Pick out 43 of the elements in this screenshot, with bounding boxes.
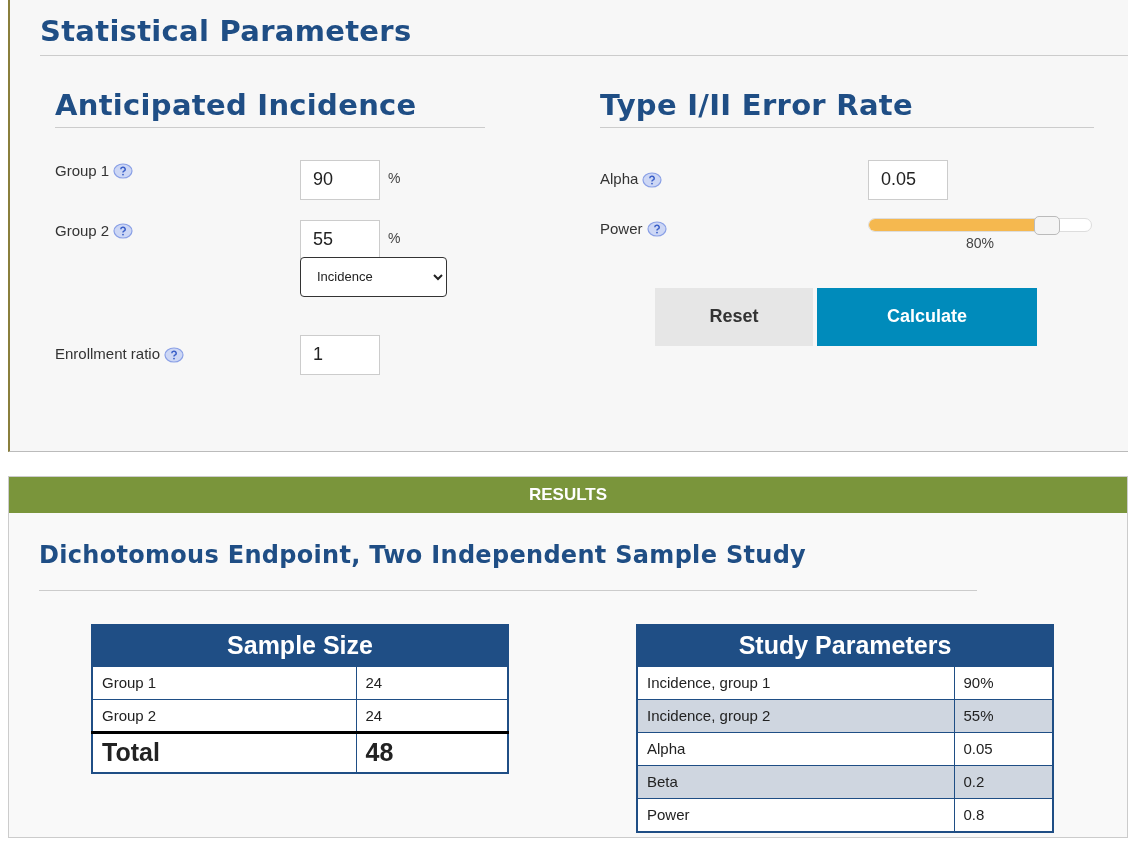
table-cell: 0.05 bbox=[954, 732, 1053, 766]
help-icon[interactable] bbox=[113, 222, 134, 239]
results-title: Dichotomous Endpoint, Two Independent Sample Study bbox=[39, 541, 977, 591]
input-field[interactable]: 90 bbox=[300, 159, 380, 200]
help-icon[interactable] bbox=[646, 220, 667, 237]
section-heading: Type I/II Error Rate bbox=[600, 87, 1094, 128]
input-field[interactable]: 55 bbox=[300, 219, 380, 260]
field-label: Group 2 bbox=[55, 220, 110, 241]
table-cell: Alpha bbox=[637, 732, 954, 766]
field-label: Group 1 bbox=[55, 160, 110, 181]
table-cell: 90% bbox=[954, 666, 1053, 700]
table-cell: Incidence, group 1 bbox=[637, 666, 954, 700]
table-cell: 55% bbox=[954, 699, 1053, 733]
results-header: RESULTS bbox=[9, 477, 1127, 513]
input-field[interactable]: 0.05 bbox=[868, 159, 948, 200]
table-cell: Incidence, group 2 bbox=[637, 699, 954, 733]
help-icon[interactable] bbox=[113, 162, 134, 179]
calculate-button[interactable]: Calculate bbox=[817, 287, 1037, 346]
table-cell: 24 bbox=[356, 666, 508, 700]
unit-label: % bbox=[388, 168, 401, 188]
section-heading: Anticipated Incidence bbox=[55, 87, 485, 128]
table-cell: Total bbox=[92, 732, 356, 773]
unit-label: % bbox=[388, 228, 401, 248]
input-field[interactable]: 1 bbox=[300, 334, 380, 375]
table-cell: Beta bbox=[637, 765, 954, 799]
help-icon[interactable] bbox=[642, 171, 663, 188]
table-cell: 0.2 bbox=[954, 765, 1053, 799]
table-cell: 48 bbox=[356, 732, 508, 773]
table-title: Sample Size bbox=[92, 624, 508, 667]
dropdown[interactable]: Incidence bbox=[300, 256, 447, 297]
section-title: Statistical Parameters bbox=[40, 14, 1128, 56]
field-label: Enrollment ratio bbox=[55, 344, 161, 365]
table-cell: Group 1 bbox=[92, 666, 356, 700]
field-label: Power bbox=[600, 218, 643, 239]
table-cell: Power bbox=[637, 798, 954, 832]
help-icon[interactable] bbox=[164, 346, 185, 363]
slider-track[interactable] bbox=[868, 217, 1092, 232]
field-label: Alpha bbox=[600, 169, 639, 190]
slider-thumb[interactable] bbox=[1033, 215, 1060, 235]
table-title: Study Parameters bbox=[637, 624, 1053, 667]
table-cell: 0.8 bbox=[954, 798, 1053, 832]
reset-button[interactable]: Reset bbox=[655, 287, 813, 346]
slider-value: 80% bbox=[966, 233, 994, 253]
